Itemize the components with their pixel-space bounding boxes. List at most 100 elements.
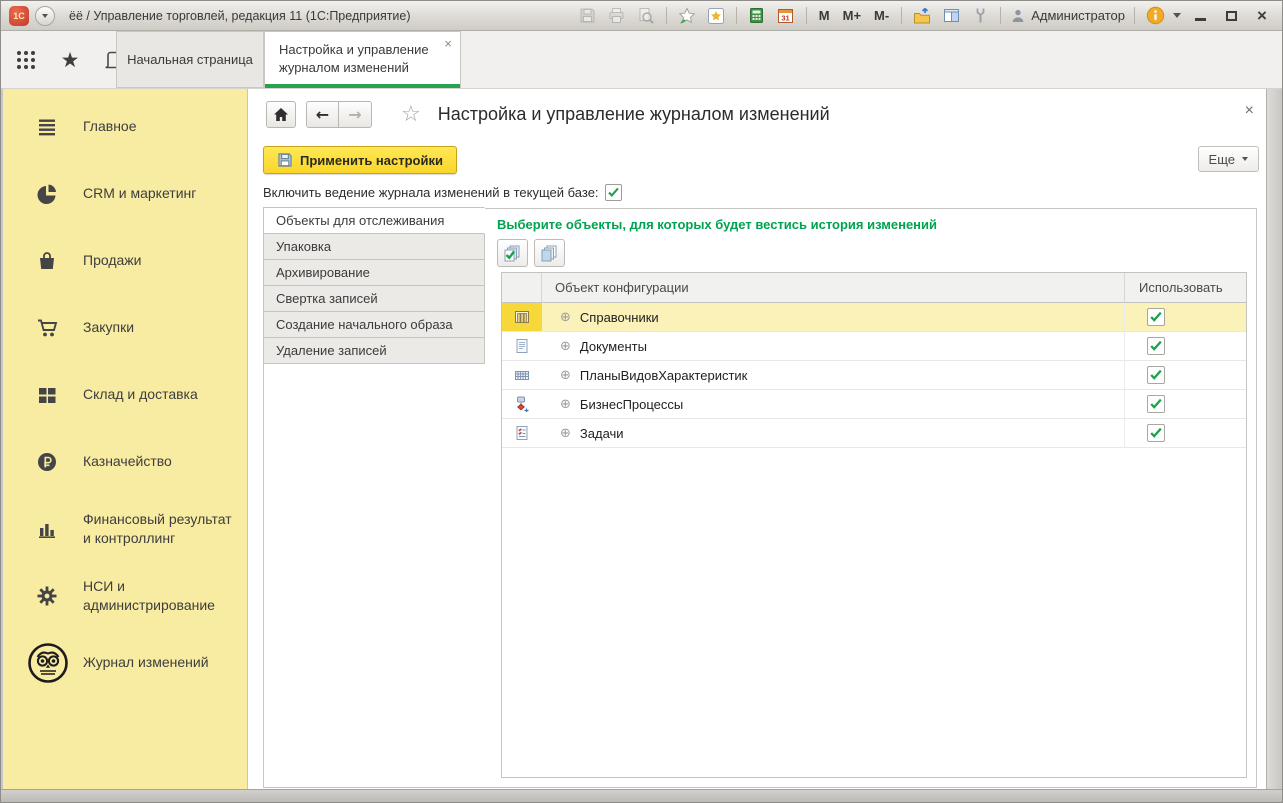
info-icon[interactable]	[1144, 5, 1166, 27]
page-title: Настройка и управление журналом изменени…	[438, 104, 830, 125]
expand-icon[interactable]: ⊕	[560, 339, 571, 354]
open-file-icon[interactable]	[911, 5, 933, 27]
sidebar-item-warehouse[interactable]: Склад и доставка	[3, 361, 247, 428]
settings-tab-delete-records[interactable]: Удаление записей	[263, 337, 485, 364]
memory-m-plus-button[interactable]: M+	[840, 8, 864, 23]
object-name: БизнесПроцессы	[580, 397, 683, 412]
icon-column-header[interactable]	[502, 273, 542, 302]
favorites-star-icon[interactable]: ★	[55, 40, 85, 80]
table-row[interactable]: ⊕ ПланыВидовХарактеристик	[502, 361, 1246, 390]
memory-m-button[interactable]: M	[816, 8, 833, 23]
table-header: Объект конфигурации Использовать	[502, 273, 1246, 303]
separator	[736, 7, 737, 24]
sidebar-item-treasury[interactable]: Казначейство	[3, 428, 247, 495]
tab-label: Начальная страница	[127, 52, 253, 67]
back-button[interactable]: ←	[306, 101, 339, 128]
expand-icon[interactable]: ⊕	[560, 310, 571, 325]
print-icon[interactable]	[606, 5, 628, 27]
table-row[interactable]: ⊕ Справочники	[502, 303, 1246, 332]
use-column-header[interactable]: Использовать	[1124, 273, 1246, 302]
use-checkbox[interactable]	[1147, 395, 1165, 413]
document-icon	[502, 332, 542, 360]
sidebar-item-nsi-administration[interactable]: НСИ и администрирование	[3, 562, 247, 629]
sidebar-item-change-journal[interactable]: Журнал изменений	[3, 629, 247, 696]
favorite-star-icon[interactable]: ☆	[401, 102, 421, 127]
save-icon[interactable]	[577, 5, 599, 27]
settings-panel: Объекты для отслеживания Упаковка Архиви…	[263, 208, 1257, 788]
active-tab-indicator	[265, 84, 460, 88]
sidebar-item-sales[interactable]: Продажи	[3, 227, 247, 294]
tab-close-icon[interactable]: ×	[444, 37, 452, 50]
user-name-label: Администратор	[1031, 8, 1125, 23]
set-all-flags-button[interactable]	[497, 239, 528, 267]
settings-tab-archiving[interactable]: Архивирование	[263, 259, 485, 286]
calculator-icon[interactable]	[746, 5, 768, 27]
print-preview-icon[interactable]	[635, 5, 657, 27]
tab-bar: ★ Начальная страница Настройка и управле…	[1, 31, 1282, 89]
favorites-icon[interactable]	[705, 5, 727, 27]
expand-icon[interactable]: ⊕	[560, 368, 571, 383]
expand-icon[interactable]: ⊕	[560, 426, 571, 441]
use-checkbox[interactable]	[1147, 366, 1165, 384]
check-icon	[1149, 368, 1163, 382]
table-row[interactable]: ⊕ Задачи	[502, 419, 1246, 448]
sidebar-item-main[interactable]: Главное	[3, 93, 247, 160]
expand-icon[interactable]: ⊕	[560, 397, 571, 412]
maximize-button[interactable]	[1219, 6, 1243, 26]
settings-tab-strip: Объекты для отслеживания Упаковка Архиви…	[263, 208, 485, 787]
form-close-icon[interactable]: ×	[1245, 103, 1254, 119]
tab-home-page[interactable]: Начальная страница	[116, 31, 264, 88]
memory-m-minus-button[interactable]: M-	[871, 8, 892, 23]
settings-tab-packing[interactable]: Упаковка	[263, 233, 485, 260]
pages-icon	[540, 244, 559, 263]
settings-tab-collapse-records[interactable]: Свертка записей	[263, 285, 485, 312]
objects-heading: Выберите объекты, для которых будет вест…	[497, 217, 937, 232]
use-checkbox[interactable]	[1147, 337, 1165, 355]
minimize-icon	[1195, 18, 1206, 21]
calendar-icon[interactable]: 31	[775, 5, 797, 27]
clear-all-flags-button[interactable]	[534, 239, 565, 267]
task-icon	[502, 419, 542, 447]
use-checkbox[interactable]	[1147, 424, 1165, 442]
service-wrench-icon[interactable]	[969, 5, 991, 27]
characteristic-plan-icon	[502, 361, 542, 389]
catalog-icon	[502, 303, 542, 331]
check-icon	[1149, 397, 1163, 411]
forward-button[interactable]: →	[339, 101, 372, 128]
add-to-favorites-icon[interactable]	[676, 5, 698, 27]
tab-journal-settings[interactable]: Настройка и управление журналом изменени…	[264, 31, 461, 88]
home-button[interactable]	[266, 101, 296, 128]
chevron-down-icon	[42, 14, 48, 18]
close-window-button[interactable]: ×	[1250, 6, 1274, 26]
sidebar-item-purchases[interactable]: Закупки	[3, 294, 247, 361]
more-button[interactable]: Еще	[1198, 146, 1259, 172]
application-window: 1С ёё / Управление торговлей, редакция 1…	[0, 0, 1283, 803]
1c-logo-icon: 1С	[9, 6, 29, 26]
settings-tab-initial-image[interactable]: Создание начального образа	[263, 311, 485, 338]
check-icon	[607, 186, 620, 199]
table-row[interactable]: ⊕ Документы	[502, 332, 1246, 361]
split-window-icon[interactable]	[940, 5, 962, 27]
current-user[interactable]: Администратор	[1010, 8, 1125, 24]
maximize-icon	[1226, 11, 1237, 21]
name-column-header[interactable]: Объект конфигурации	[542, 273, 1124, 302]
enable-journal-label: Включить ведение журнала изменений в тек…	[263, 185, 599, 200]
minimize-button[interactable]	[1188, 6, 1212, 26]
shopping-bag-icon	[35, 250, 59, 272]
enable-journal-checkbox[interactable]	[605, 184, 622, 201]
sidebar-item-crm[interactable]: CRM и маркетинг	[3, 160, 247, 227]
apply-settings-button[interactable]: Применить настройки	[263, 146, 457, 174]
warehouse-grid-icon	[35, 384, 59, 406]
check-icon	[1149, 310, 1163, 324]
info-dropdown-icon[interactable]	[1173, 13, 1181, 18]
main-menu-grid-icon[interactable]	[11, 40, 41, 80]
use-checkbox[interactable]	[1147, 308, 1165, 326]
settings-tab-objects[interactable]: Объекты для отслеживания	[263, 207, 485, 234]
sidebar-item-financial-result[interactable]: Финансовый результат и контроллинг	[3, 495, 247, 562]
table-row[interactable]: ⊕ БизнесПроцессы	[502, 390, 1246, 419]
user-icon	[1010, 8, 1026, 24]
form-content: ← → ☆ Настройка и управление журналом из…	[248, 89, 1266, 791]
save-icon	[277, 152, 293, 168]
check-all-pages-icon	[503, 244, 522, 263]
system-menu-button[interactable]	[35, 6, 55, 26]
